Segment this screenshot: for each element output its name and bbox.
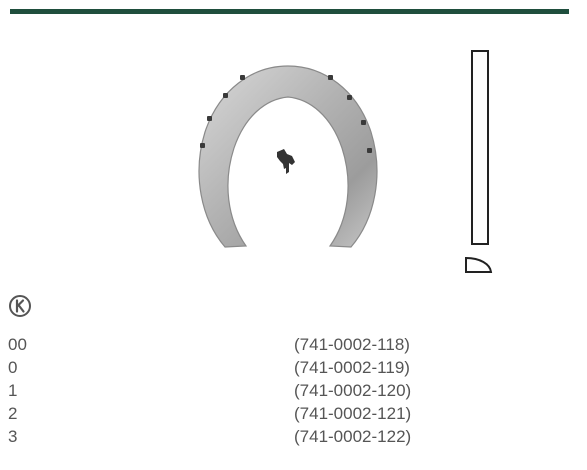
size-label: 00 xyxy=(8,335,27,354)
size-label: 3 xyxy=(8,427,18,446)
size-label: 2 xyxy=(8,404,18,423)
shoe-profile-view xyxy=(471,50,489,245)
table-row: 1 (741-0002-120) xyxy=(8,379,568,402)
shoe-cross-section xyxy=(465,256,493,273)
table-row: 00 (741-0002-118) xyxy=(8,333,568,356)
k-circle-badge-icon xyxy=(9,295,31,317)
product-code: (741-0002-118) xyxy=(294,335,410,354)
table-row: 3 (741-0002-122) xyxy=(8,425,568,448)
size-label: 1 xyxy=(8,381,18,400)
product-code: (741-0002-119) xyxy=(294,358,410,377)
product-code: (741-0002-121) xyxy=(294,404,412,423)
table-row: 0 (741-0002-119) xyxy=(8,356,568,379)
product-code: (741-0002-120) xyxy=(294,381,412,400)
horseshoe-product-illustration xyxy=(198,50,493,273)
horse-silhouette-icon xyxy=(277,149,295,174)
table-row: 2 (741-0002-121) xyxy=(8,402,568,425)
size-code-table: 00 (741-0002-118) 0 (741-0002-119) 1 (74… xyxy=(8,333,568,448)
product-code: (741-0002-122) xyxy=(294,427,412,446)
size-label: 0 xyxy=(8,358,18,377)
product-image-panel xyxy=(0,14,587,300)
